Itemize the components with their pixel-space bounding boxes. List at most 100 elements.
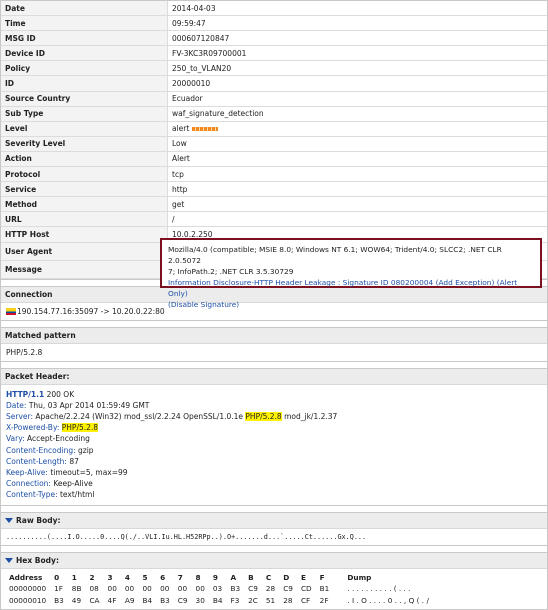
header-value: Apache/2.2.24 (Win32) mod_ssl/2.2.24 Ope… — [33, 411, 246, 421]
hex-column-header: 7 — [177, 572, 183, 582]
field-value: 2014-04-03 — [167, 1, 547, 17]
hex-cell: CF — [300, 595, 311, 605]
header-line: Content-Encoding: gzip — [6, 445, 542, 456]
header-value-tail: mod_jk/1.2.37 — [281, 411, 338, 421]
hex-cell: 4F — [107, 595, 117, 605]
hex-cell: 00 — [124, 584, 135, 594]
field-key: MSG ID — [1, 30, 168, 47]
field-value: tcp — [167, 166, 547, 183]
field-value-text: alert — [172, 124, 190, 134]
field-row: ID 20000010 — [1, 75, 547, 92]
header-line: Vary: Accept-Encoding — [6, 433, 542, 444]
field-key: URL — [1, 211, 168, 228]
field-key: Device ID — [1, 45, 168, 62]
field-value-text: Low — [172, 139, 187, 149]
hex-cell: 51 — [265, 595, 276, 605]
hex-column-header: 2 — [89, 572, 95, 582]
hex-column-header: 6 — [160, 572, 166, 582]
hex-column-header: D — [283, 572, 290, 582]
field-value: Ecuador — [167, 91, 547, 107]
header-key: Content-Type: — [6, 490, 58, 500]
field-value: waf_signature_detection — [167, 106, 547, 122]
collapse-triangle-icon[interactable] — [5, 518, 13, 524]
field-row: Level alert — [1, 121, 547, 137]
hex-cell: C9 — [283, 584, 293, 594]
field-key: Date — [1, 1, 168, 17]
field-value-text: 2014-04-03 — [172, 3, 216, 13]
hex-cell: A9 — [124, 595, 135, 605]
field-row: Sub Type waf_signature_detection — [1, 106, 547, 122]
field-row: Time 09:59:47 — [1, 15, 547, 32]
field-value: alert — [167, 121, 547, 137]
section-gap — [1, 360, 547, 368]
user-agent-line-2: 7; InfoPath.2; .NET CLR 3.5.30729 — [168, 267, 294, 276]
header-key: Content-Length: — [6, 456, 67, 466]
field-value-text: 000607120847 — [172, 33, 230, 43]
hex-body-header[interactable]: Hex Body: — [1, 551, 547, 569]
header-value: timeout=5, max=99 — [47, 467, 128, 477]
header-key: Content-Encoding: — [6, 445, 76, 455]
hex-column-header: E — [300, 572, 306, 582]
hex-cell: CA — [89, 595, 100, 605]
field-value-text: waf_signature_detection — [172, 109, 264, 119]
field-value-text: Alert — [172, 154, 190, 164]
hex-cell: 00000010 — [9, 595, 47, 605]
header-value: gzip — [75, 445, 94, 455]
hex-cell: B4 — [212, 595, 223, 605]
hex-cell: . I . O . . . . 0 . . , Q ( . / — [347, 595, 429, 605]
header-value: text/html — [57, 490, 95, 500]
hex-cell: C9 — [177, 595, 188, 605]
header-line: Content-Length: 87 — [6, 456, 542, 467]
status-code: 200 OK — [44, 389, 75, 399]
field-value: get — [167, 196, 547, 213]
severity-bar-icon — [192, 127, 219, 132]
hex-header-row: Address 0 1 2 3 4 5 6 7 8 9 A B C D E F Dump — [5, 572, 433, 584]
field-value-text: FV-3KC3R09700001 — [172, 48, 247, 58]
hex-cell: 28 — [283, 595, 293, 605]
header-line: X-Powered-By: PHP/5.2.8 — [6, 422, 542, 433]
header-lines: Date: Thu, 03 Apr 2014 01:59:49 GMT Serve… — [6, 400, 542, 501]
hex-cell: 00 — [177, 584, 188, 594]
hex-cell: 8B — [71, 584, 82, 594]
field-key: Message — [1, 260, 168, 279]
field-row: Action Alert — [1, 151, 547, 168]
hex-cell: 00 — [195, 584, 205, 594]
section-gap — [1, 319, 547, 327]
hex-cell: 30 — [195, 595, 205, 605]
message-line-1[interactable]: Information Disclosure-HTTP Header Leaka… — [168, 277, 534, 299]
field-row: Source Country Ecuador — [1, 91, 547, 107]
hex-cell: 08 — [89, 584, 99, 594]
log-fields-table: Date 2014-04-03 Time 09:59:47 MSG ID 00060712… — [1, 1, 547, 279]
packet-header-title: Packet Header: — [1, 367, 547, 385]
header-line: Content-Type: text/html — [6, 489, 542, 500]
field-value: 20000010 — [167, 75, 547, 92]
hex-row: 00000000 1F 8B 08 00 00 00 00 00 00 03 B3 C9 28 C9 CD B1… — [5, 583, 433, 595]
hex-body-title: Hex Body: — [16, 555, 59, 565]
hex-column-header: A — [230, 572, 237, 582]
hex-column-header: 3 — [107, 572, 113, 582]
field-value-text: Ecuador — [172, 94, 203, 104]
raw-body-value: ..........(....I.O.....0....Q(./..VLI.Iu… — [6, 532, 367, 541]
hex-column-header: 0 — [54, 572, 60, 582]
field-row: Date 2014-04-03 — [1, 1, 547, 17]
field-value-text: http — [172, 184, 188, 194]
field-value: 250_to_VLAN20 — [167, 60, 547, 77]
field-key: Sub Type — [1, 106, 168, 122]
matched-pattern-value: PHP/5.2.8 — [6, 347, 43, 357]
field-key: Source Country — [1, 91, 168, 107]
header-value: Thu, 03 Apr 2014 01:59:49 GMT — [26, 400, 150, 410]
hex-cell: C9 — [248, 584, 258, 594]
collapse-triangle-icon[interactable] — [5, 558, 13, 564]
highlight-box: Mozilla/4.0 (compatible; MSIE 8.0; Windo… — [160, 238, 542, 309]
field-row: MSG ID 000607120847 — [1, 30, 547, 47]
header-key: Vary: — [6, 434, 25, 444]
field-key: Action — [1, 151, 168, 168]
field-row: Device ID FV-3KC3R09700001 — [1, 45, 547, 62]
field-key: Severity Level — [1, 136, 168, 152]
header-key: Server: — [6, 411, 33, 421]
header-key: Date: — [6, 400, 27, 410]
raw-body-header[interactable]: Raw Body: — [1, 511, 547, 529]
disable-signature-link[interactable]: (Disable Signature) — [168, 299, 534, 310]
hex-cell: 00 — [142, 584, 152, 594]
hex-cell: 2C — [248, 595, 258, 605]
